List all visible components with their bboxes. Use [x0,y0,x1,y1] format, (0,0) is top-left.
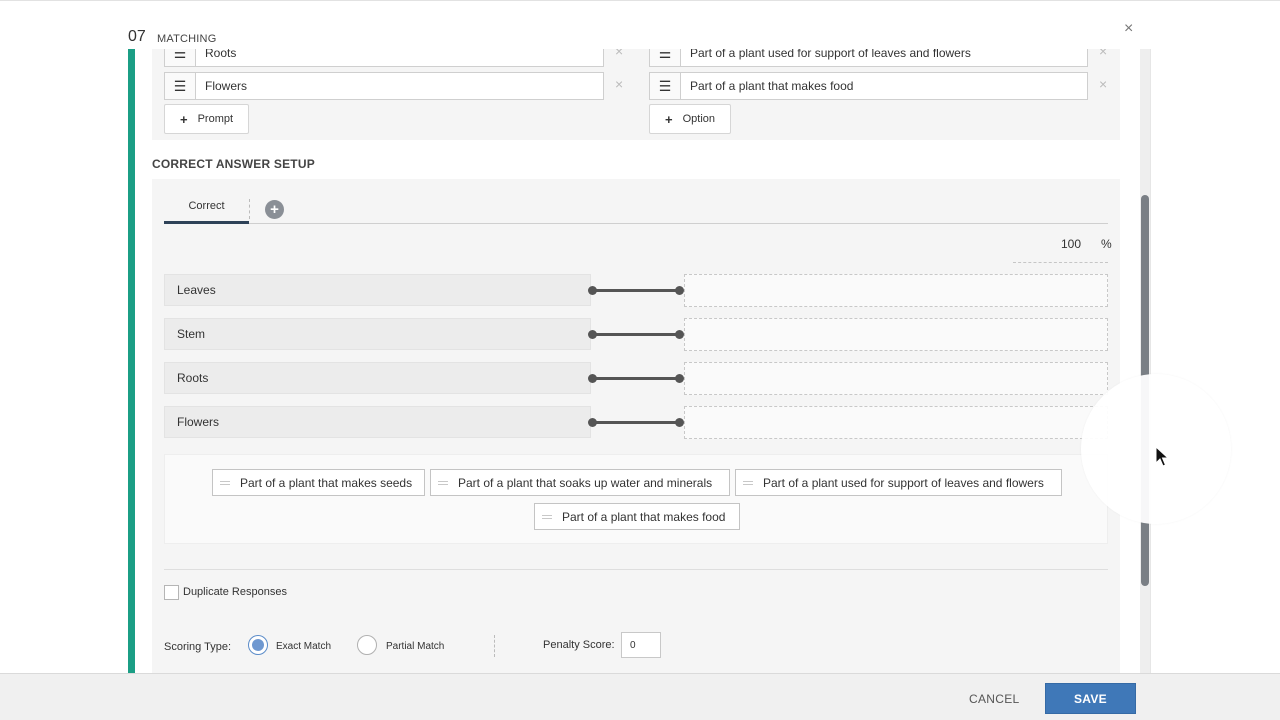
prompt-row: ☰ Flowers [164,72,604,100]
tab-separator [249,199,250,219]
hamburger-icon[interactable]: ☰ [164,72,196,100]
tab-correct[interactable]: Correct [164,194,249,224]
stem-label: Roots [164,362,591,394]
question-editor: ☰ Roots × ☰ Flowers × ☰ Part of a plant … [128,49,1152,673]
drag-grip-icon [438,480,448,485]
drag-grip-icon [743,480,753,485]
response-chip[interactable]: Part of a plant that makes food [534,503,740,530]
connector-start [588,330,597,339]
option-row: ☰ Part of a plant used for support of le… [649,49,1088,67]
drag-grip-icon [542,514,552,519]
correct-answer-panel: Correct + 100 % Leaves Stem Roots Flower… [152,179,1120,673]
response-drop-zone[interactable] [684,406,1108,439]
tab-bar-line [164,223,1108,224]
prompt-field[interactable]: Roots [196,49,604,67]
response-chip-label: Part of a plant that makes food [562,509,726,524]
response-chip-label: Part of a plant used for support of leav… [763,475,1044,490]
partial-match-radio[interactable] [357,635,377,655]
response-drop-zone[interactable] [684,318,1108,351]
penalty-score-label: Penalty Score: [543,639,615,651]
modal-header: 07 MATCHING × [0,0,1280,49]
content-frame-edge [1150,49,1151,673]
connector-start [588,286,597,295]
scoring-separator [494,635,495,657]
hamburger-icon[interactable]: ☰ [649,72,681,100]
response-chip[interactable]: Part of a plant used for support of leav… [735,469,1062,496]
close-icon[interactable]: × [1124,20,1133,38]
connector-end [675,286,684,295]
drag-grip-icon [220,480,230,485]
score-input[interactable]: 100 [1061,237,1081,251]
connector-start [588,374,597,383]
partial-match-label: Partial Match [386,641,445,652]
connector-end [675,418,684,427]
response-chip-label: Part of a plant that soaks up water and … [458,475,713,490]
prompt-field[interactable]: Flowers [196,72,604,100]
duplicate-responses-label: Duplicate Responses [183,586,287,598]
option-field[interactable]: Part of a plant used for support of leav… [681,49,1088,67]
match-row: Leaves [164,274,1108,308]
mouse-pointer-icon [1155,446,1169,467]
exact-match-radio[interactable] [248,635,268,655]
remove-icon[interactable]: × [615,76,623,92]
add-option-label: Option [682,113,716,125]
divider [164,569,1108,570]
penalty-score-input[interactable]: 0 [621,632,661,658]
connector-line [592,421,680,424]
response-chip[interactable]: Part of a plant that soaks up water and … [430,469,730,496]
option-field[interactable]: Part of a plant that makes food [681,72,1088,100]
question-number: 07 [128,28,146,45]
save-button[interactable]: SAVE [1045,683,1136,714]
connector-end [675,330,684,339]
possible-responses-area: Part of a plant that makes seeds Part of… [164,454,1108,544]
prompt-row: ☰ Roots [164,49,604,67]
add-prompt-label: Prompt [197,113,234,125]
match-row: Flowers [164,406,1108,440]
exact-match-label: Exact Match [276,641,332,652]
scoring-type-label: Scoring Type: [164,641,232,653]
response-drop-zone[interactable] [684,274,1108,307]
question-type: MATCHING [157,33,217,45]
stem-label: Flowers [164,406,591,438]
match-row: Roots [164,362,1108,396]
remove-icon[interactable]: × [615,49,623,59]
response-chip-label: Part of a plant that makes seeds [240,475,413,490]
remove-icon[interactable]: × [1099,76,1107,92]
connector-line [592,377,680,380]
add-option-button[interactable]: + Option [649,104,732,134]
duplicate-responses-checkbox[interactable] [164,585,179,600]
section-title: CORRECT ANSWER SETUP [152,157,315,171]
prompt-option-panel: ☰ Roots × ☰ Flowers × ☰ Part of a plant … [152,49,1120,140]
hamburger-icon[interactable]: ☰ [649,49,681,67]
plus-icon: + [180,111,188,127]
connector-line [592,333,680,336]
hamburger-icon[interactable]: ☰ [164,49,196,67]
connector-line [592,289,680,292]
stem-label: Leaves [164,274,591,306]
stem-label: Stem [164,318,591,350]
response-chip[interactable]: Part of a plant that makes seeds [212,469,425,496]
response-drop-zone[interactable] [684,362,1108,395]
option-row: ☰ Part of a plant that makes food [649,72,1088,100]
remove-icon[interactable]: × [1099,49,1107,59]
connector-start [588,418,597,427]
accent-bar [128,49,135,673]
score-unit: % [1101,237,1112,251]
match-row: Stem [164,318,1108,352]
add-tab-icon[interactable]: + [265,200,284,219]
score-underline [1013,262,1108,263]
connector-end [675,374,684,383]
add-prompt-button[interactable]: + Prompt [164,104,250,134]
cancel-button[interactable]: CANCEL [969,692,1019,706]
plus-icon: + [665,111,673,127]
